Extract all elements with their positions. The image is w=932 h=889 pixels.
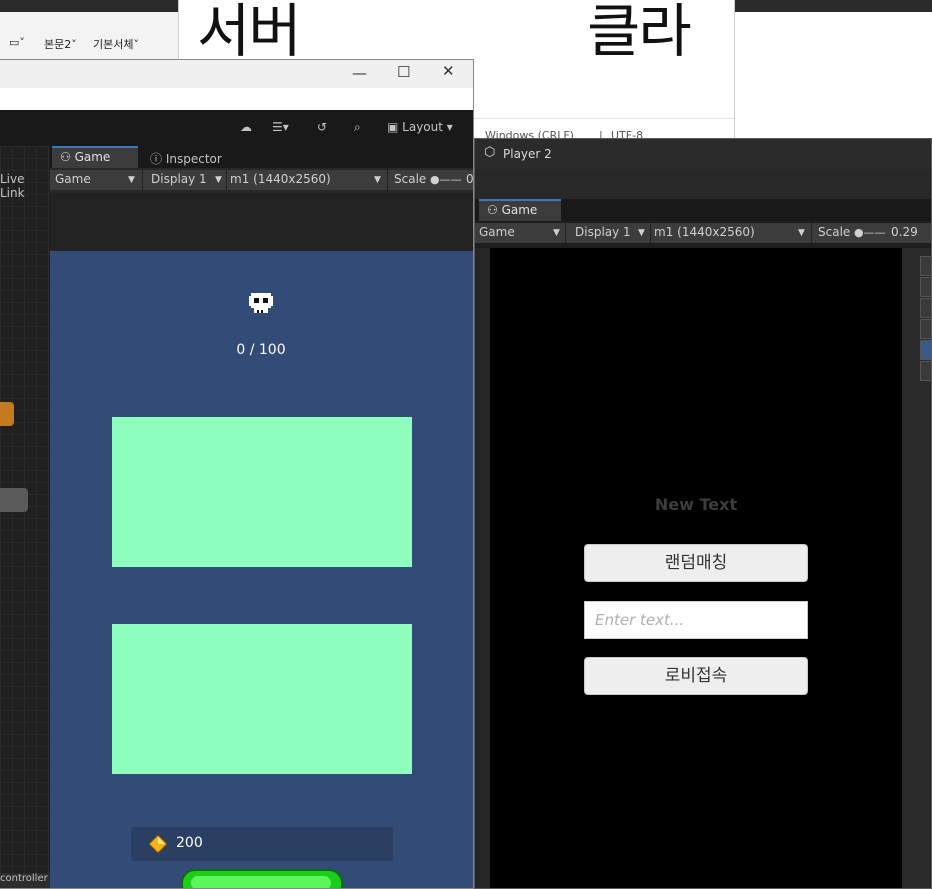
side-toolbar-button-active[interactable] [920, 340, 931, 360]
more-icon[interactable]: ⋮ [921, 199, 931, 221]
kill-counter: 0 / 100 [236, 342, 286, 358]
layout-dropdown[interactable]: ▣ Layout ▾ [387, 120, 453, 134]
word-toolbar: ▭˅ 본문2˅ 기본서체˅ [0, 12, 178, 60]
player2-toolbar [475, 169, 931, 199]
unity-logo-icon: ⬡ [484, 145, 496, 160]
layers-icon[interactable]: ☰▾ [272, 120, 289, 134]
coin-bar: 200 [131, 827, 393, 861]
player2-title: Player 2 [503, 147, 552, 161]
skull-icon [249, 293, 273, 313]
gem-icon [149, 835, 167, 853]
controller-label: controller [0, 873, 50, 888]
unity-editor-window: — ☐ ✕ ☁ ☰▾ ↺ ⌕ ▣ Layout ▾ 🔒︎⋮ ⚇ Game ⓘ I… [0, 59, 474, 889]
player2-window: ⬡ Player 2 ⚇ Game ⋮ Game ▼ Display 1 ▼ m… [474, 138, 932, 889]
close-button[interactable]: ✕ [442, 62, 455, 80]
player2-scale-value: 0.29 [891, 225, 918, 239]
editor-menubar [0, 88, 473, 110]
coin-amount: 200 [176, 835, 203, 851]
side-toolbar-button[interactable] [920, 298, 931, 318]
info-icon: ⓘ [150, 152, 163, 166]
layout-label: Layout [402, 120, 443, 134]
word-titlebar [0, 0, 178, 12]
style-dropdown[interactable]: 본문2˅ [44, 36, 77, 52]
cloud-icon[interactable]: ☁ [240, 120, 252, 134]
animator-state-node[interactable] [0, 488, 28, 512]
player2-titlebar: ⬡ Player 2 [475, 139, 931, 169]
player2-display-dropdown[interactable]: Display 1 [575, 225, 631, 239]
notepad-text-client: 클라 [587, 0, 692, 65]
chevron-down-icon: ▼ [638, 228, 645, 238]
green-action-button[interactable] [181, 869, 343, 888]
font-dropdown[interactable]: 기본서체˅ [93, 36, 139, 52]
tab-inspector[interactable]: ⓘ Inspector [142, 146, 228, 168]
word-document-area [735, 12, 932, 140]
font-label: 기본서체 [93, 38, 134, 51]
player2-left-gutter [475, 248, 490, 888]
chevron-down-icon: ▼ [798, 228, 805, 238]
tab-game[interactable]: ⚇ Game [52, 146, 138, 168]
image-icon[interactable]: ▭˅ [9, 36, 25, 49]
tab-inspector-label: Inspector [165, 152, 222, 166]
side-toolbar-button[interactable] [920, 256, 931, 276]
game-view-letterbox [50, 193, 473, 251]
style-label: 본문2 [44, 38, 72, 51]
chevron-down-icon: ▼ [215, 175, 222, 185]
player2-tab-row: ⚇ Game ⋮ [475, 199, 931, 221]
player2-control-bar: Game ▼ Display 1 ▼ m1 (1440x2560) ▼ Scal… [475, 223, 931, 243]
player2-right-panel [902, 248, 931, 888]
chevron-down-icon: ▼ [374, 175, 381, 185]
game-control-bar: Game ▼ Display 1 ▼ m1 (1440x2560) ▼ Scal… [50, 170, 474, 190]
word-titlebar-right [735, 0, 932, 12]
scale-slider[interactable]: ●—— [430, 173, 462, 186]
scale-value: 0 [466, 172, 474, 186]
animator-state-node[interactable] [0, 402, 14, 426]
text-input-field[interactable]: Enter text... [584, 601, 808, 639]
game-view: 0 / 100 200 [50, 251, 473, 888]
editor-main-toolbar: ☁ ☰▾ ↺ ⌕ ▣ Layout ▾ [0, 110, 473, 146]
random-match-button[interactable]: 랜덤매칭 [584, 544, 808, 582]
view-dropdown[interactable]: Game [55, 172, 91, 186]
chevron-down-icon: ▼ [128, 175, 135, 185]
lobby-connect-button[interactable]: 로비접속 [584, 657, 808, 695]
player2-game-view: New Text 랜덤매칭 Enter text... 로비접속 [490, 248, 902, 888]
green-panel-top[interactable] [112, 417, 412, 567]
history-icon[interactable]: ↺ [317, 120, 327, 134]
editor-titlebar: — ☐ ✕ [0, 60, 473, 88]
player2-view-dropdown[interactable]: Game [479, 225, 515, 239]
tab-game-label: Game [74, 150, 111, 164]
side-toolbar-button[interactable] [920, 277, 931, 297]
player2-tab-game[interactable]: ⚇ Game [479, 199, 561, 221]
notepad-text-server: 서버 [197, 0, 302, 65]
display-dropdown[interactable]: Display 1 [151, 172, 207, 186]
side-toolbar-button[interactable] [920, 319, 931, 339]
green-panel-bottom[interactable] [112, 624, 412, 774]
chevron-down-icon: ▼ [553, 228, 560, 238]
player2-tab-game-label: Game [501, 203, 538, 217]
player2-scale-slider[interactable]: ●—— [854, 226, 886, 239]
player2-scale-label: Scale [818, 225, 851, 239]
search-icon[interactable]: ⌕ [354, 120, 361, 135]
player2-resolution-dropdown[interactable]: m1 (1440x2560) [654, 225, 755, 239]
live-link-label[interactable]: Live Link [0, 172, 50, 200]
new-text-label: New Text [654, 495, 738, 514]
scale-label: Scale [394, 172, 427, 186]
minimize-button[interactable]: — [352, 64, 367, 82]
maximize-button[interactable]: ☐ [397, 63, 410, 81]
resolution-dropdown[interactable]: m1 (1440x2560) [230, 172, 331, 186]
editor-tab-row: 🔒︎⋮ ⚇ Game ⓘ Inspector [0, 146, 473, 168]
animator-panel: Live Link controller [0, 146, 50, 888]
gamepad-icon: ⚇ [60, 150, 71, 164]
side-toolbar-button[interactable] [920, 361, 931, 381]
gamepad-icon: ⚇ [487, 203, 498, 217]
